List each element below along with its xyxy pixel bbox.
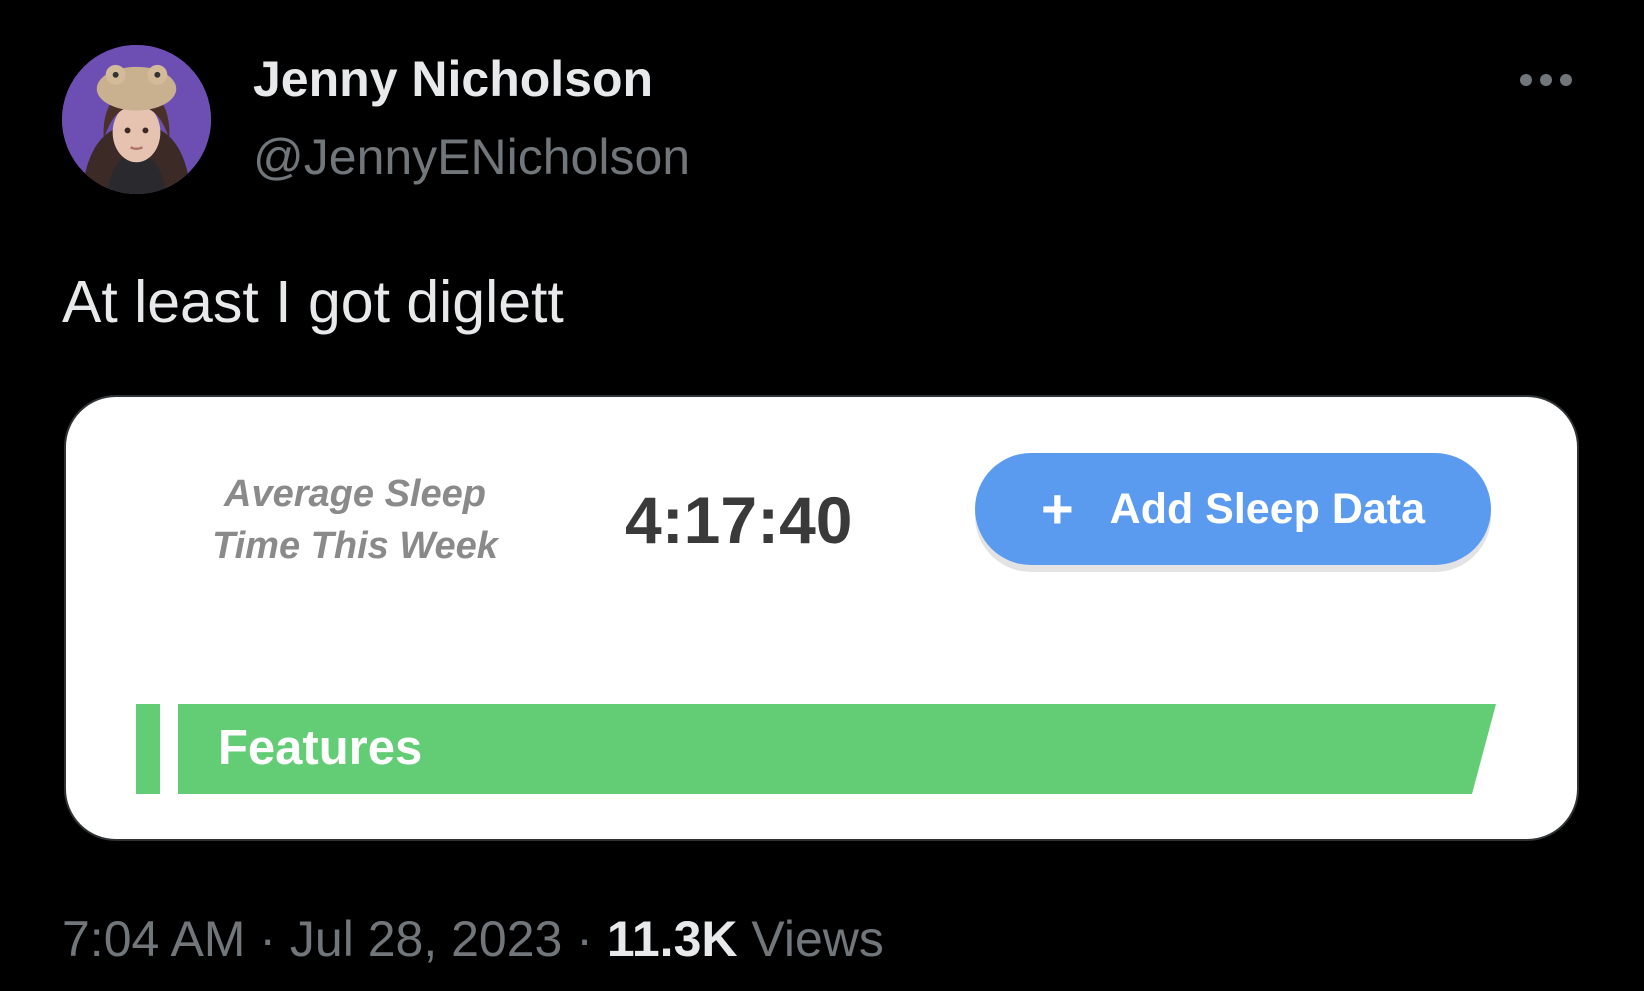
tweet-text: At least I got diglett: [62, 269, 564, 335]
plus-icon: +: [1040, 477, 1074, 540]
ellipsis-icon: [1520, 74, 1572, 86]
tweet-time[interactable]: 7:04 AM: [62, 911, 245, 967]
features-header-bar: Features: [178, 704, 1496, 794]
more-options-button[interactable]: [1514, 64, 1578, 96]
views-count[interactable]: 11.3K: [607, 911, 738, 967]
average-sleep-label-line2: Time This Week: [212, 525, 498, 567]
tweet-date[interactable]: Jul 28, 2023: [290, 911, 562, 967]
tweet-meta: 7:04 AM · Jul 28, 2023 · 11.3K Views: [62, 910, 884, 968]
features-label: Features: [218, 721, 423, 775]
average-sleep-label-line1: Average Sleep: [224, 473, 486, 515]
profile-photo-icon: [62, 45, 211, 194]
features-marker: [136, 704, 160, 794]
author-handle[interactable]: @JennyENicholson: [253, 128, 690, 186]
add-sleep-data-button[interactable]: + Add Sleep Data: [975, 453, 1491, 565]
average-sleep-time: 4:17:40: [625, 483, 853, 557]
add-sleep-data-label: Add Sleep Data: [1109, 484, 1426, 533]
meta-separator: ·: [259, 911, 277, 967]
average-sleep-label: Average Sleep Time This Week: [170, 468, 540, 572]
meta-separator: ·: [576, 911, 593, 967]
views-label: Views: [751, 911, 884, 967]
author-display-name[interactable]: Jenny Nicholson: [253, 50, 653, 108]
author-avatar[interactable]: [62, 45, 211, 194]
